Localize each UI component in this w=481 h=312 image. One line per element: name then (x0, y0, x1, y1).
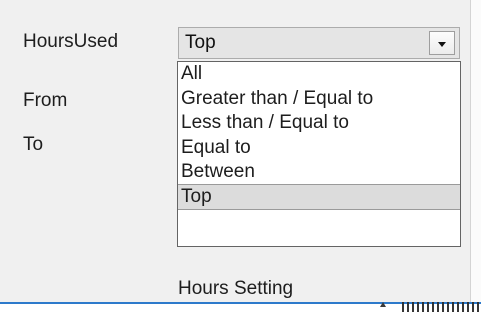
hours-used-combobox[interactable]: Top (178, 27, 460, 59)
to-label: To (23, 134, 44, 155)
dropdown-option-all[interactable]: All (178, 62, 460, 87)
hours-used-label: HoursUsed (23, 31, 119, 52)
caret-up-icon (380, 302, 386, 307)
hours-used-dropdown-list[interactable]: All Greater than / Equal to Less than / … (177, 61, 461, 247)
hours-used-selected-value: Top (185, 32, 216, 53)
from-label: From (23, 90, 68, 111)
dotted-marks (402, 302, 481, 312)
hours-setting-label: Hours Setting (178, 278, 294, 299)
dropdown-option-equal-to[interactable]: Equal to (178, 136, 460, 161)
dropdown-option-greater-than-equal-to[interactable]: Greater than / Equal to (178, 87, 460, 112)
dropdown-option-less-than-equal-to[interactable]: Less than / Equal to (178, 111, 460, 136)
dropdown-option-top[interactable]: Top (178, 184, 460, 210)
chevron-down-icon (438, 41, 446, 47)
hours-settings-panel: HoursUsed From To Top All Greater than /… (0, 0, 470, 304)
combobox-dropdown-button[interactable] (429, 31, 455, 55)
dropdown-option-between[interactable]: Between (178, 160, 460, 185)
panel-right-gutter (471, 0, 481, 302)
